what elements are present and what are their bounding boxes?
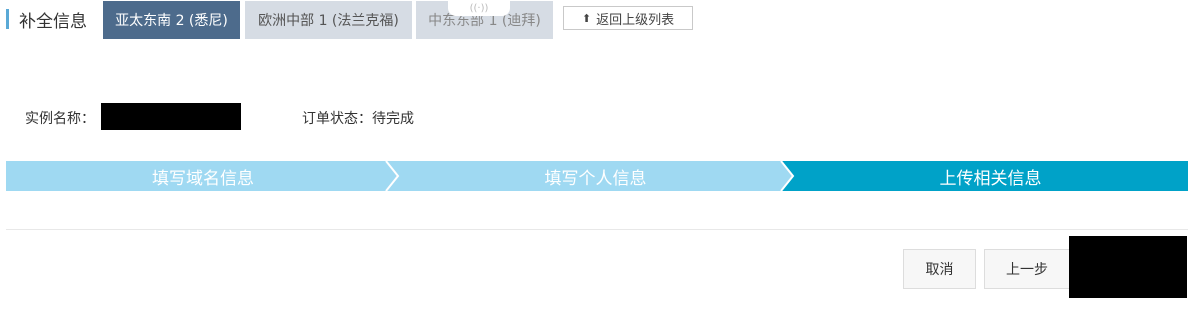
- back-to-list-button[interactable]: ⬆ 返回上级列表: [563, 6, 693, 30]
- order-status: 订单状态：待完成: [302, 108, 414, 128]
- progress-steps: 填写域名信息 填写个人信息 上传相关信息: [6, 161, 1188, 191]
- step-1-label: 填写域名信息: [152, 168, 254, 189]
- step-3-label: 上传相关信息: [939, 168, 1042, 189]
- up-arrow-icon: ⬆: [581, 11, 592, 25]
- step-2-label: 填写个人信息: [544, 168, 647, 189]
- redacted-submit-button[interactable]: [1069, 236, 1187, 298]
- back-to-list-label: 返回上级列表: [596, 12, 675, 28]
- previous-step-button[interactable]: 上一步: [984, 249, 1070, 289]
- page-title: 补全信息: [19, 11, 87, 32]
- tab-region-frankfurt[interactable]: 欧洲中部 1 (法兰克福): [245, 1, 412, 39]
- instance-name-label: 实例名称：: [25, 111, 95, 127]
- tab-region-sydney[interactable]: 亚太东南 2 (悉尼): [103, 1, 240, 39]
- section-divider: [6, 229, 1188, 230]
- signal-icon: ((·)): [448, 0, 510, 16]
- order-status-value: 待完成: [372, 111, 414, 127]
- page-title-bar: 补全信息: [6, 8, 87, 32]
- order-status-label: 订单状态：: [302, 111, 372, 127]
- title-accent-bar: [6, 9, 9, 29]
- redacted-instance-name: [101, 103, 241, 130]
- cancel-button[interactable]: 取消: [903, 249, 976, 289]
